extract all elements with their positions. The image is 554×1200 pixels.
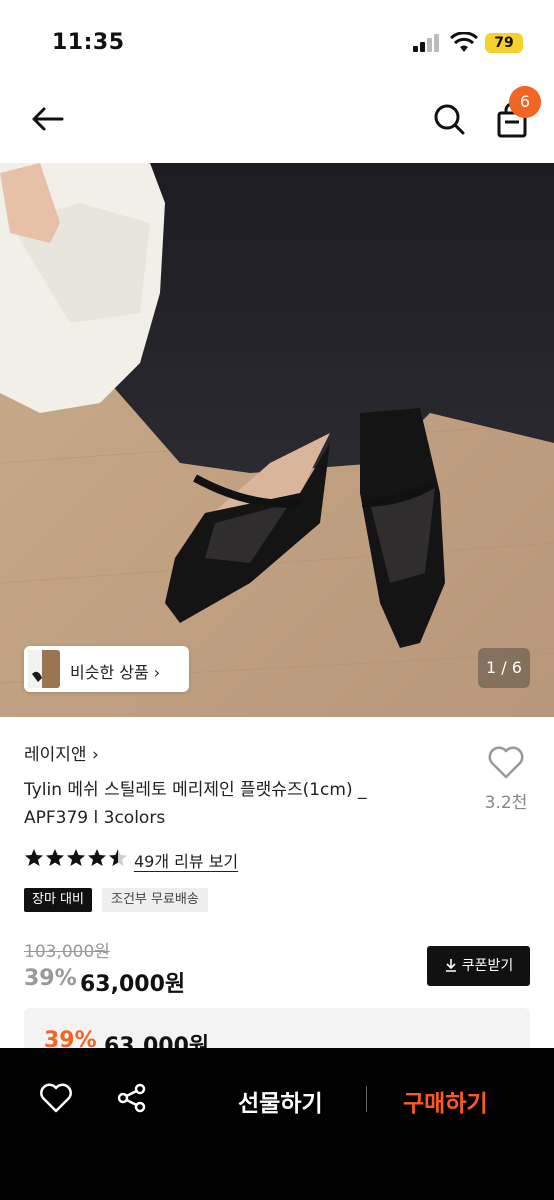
brand-link[interactable]: 레이지앤 › — [24, 740, 99, 765]
tag-free-shipping: 조건부 무료배송 — [102, 888, 208, 912]
star-icon — [25, 849, 43, 866]
back-arrow-icon — [32, 107, 64, 131]
battery-indicator: 79 — [485, 33, 523, 53]
bottom-divider — [366, 1086, 367, 1112]
discount-rate: 39% — [24, 966, 77, 991]
rating-stars — [24, 848, 128, 870]
heart-icon — [40, 1083, 72, 1113]
bottom-wishlist-button[interactable] — [38, 1080, 74, 1116]
share-button[interactable] — [114, 1080, 150, 1116]
buy-button[interactable]: 구매하기 — [403, 1084, 488, 1118]
product-title: Tylin 메쉬 스틸레토 메리제인 플랫슈즈(1cm) _ APF379 l … — [24, 780, 367, 828]
wishlist-button[interactable] — [486, 742, 526, 782]
back-button[interactable] — [28, 100, 68, 140]
coupon-button[interactable]: 쿠폰받기 — [427, 946, 530, 986]
image-page-indicator: 1 / 6 — [478, 648, 530, 688]
share-icon — [117, 1083, 146, 1113]
search-icon — [434, 104, 465, 135]
sale-price: 63,000원 — [80, 972, 186, 997]
wishlist-count: 3.2천 — [484, 793, 528, 813]
tag-rainy-season: 장마 대비 — [24, 888, 92, 912]
cart-count-badge: 6 — [509, 86, 541, 118]
status-time: 11:35 — [52, 30, 125, 55]
signal-icon — [413, 34, 441, 52]
star-icon — [67, 849, 85, 866]
heart-icon — [488, 746, 524, 779]
similar-item-thumbnail — [28, 650, 60, 688]
gift-button[interactable]: 선물하기 — [238, 1084, 323, 1118]
review-link[interactable]: 49개 리뷰 보기 — [134, 848, 238, 872]
search-button[interactable] — [430, 100, 470, 140]
coupon-label: 쿠폰받기 — [461, 958, 514, 974]
similar-items-label: 비슷한 상품 › — [70, 663, 161, 682]
download-icon — [445, 959, 456, 972]
star-icon — [109, 849, 127, 866]
bottom-action-bar: 선물하기 구매하기 — [0, 1048, 554, 1200]
original-price: 103,000원 — [24, 942, 110, 962]
similar-items-button[interactable]: 비슷한 상품 › — [24, 646, 189, 692]
wifi-icon — [449, 31, 479, 58]
product-image[interactable] — [0, 163, 554, 717]
star-icon — [46, 849, 64, 866]
star-icon — [88, 849, 106, 866]
